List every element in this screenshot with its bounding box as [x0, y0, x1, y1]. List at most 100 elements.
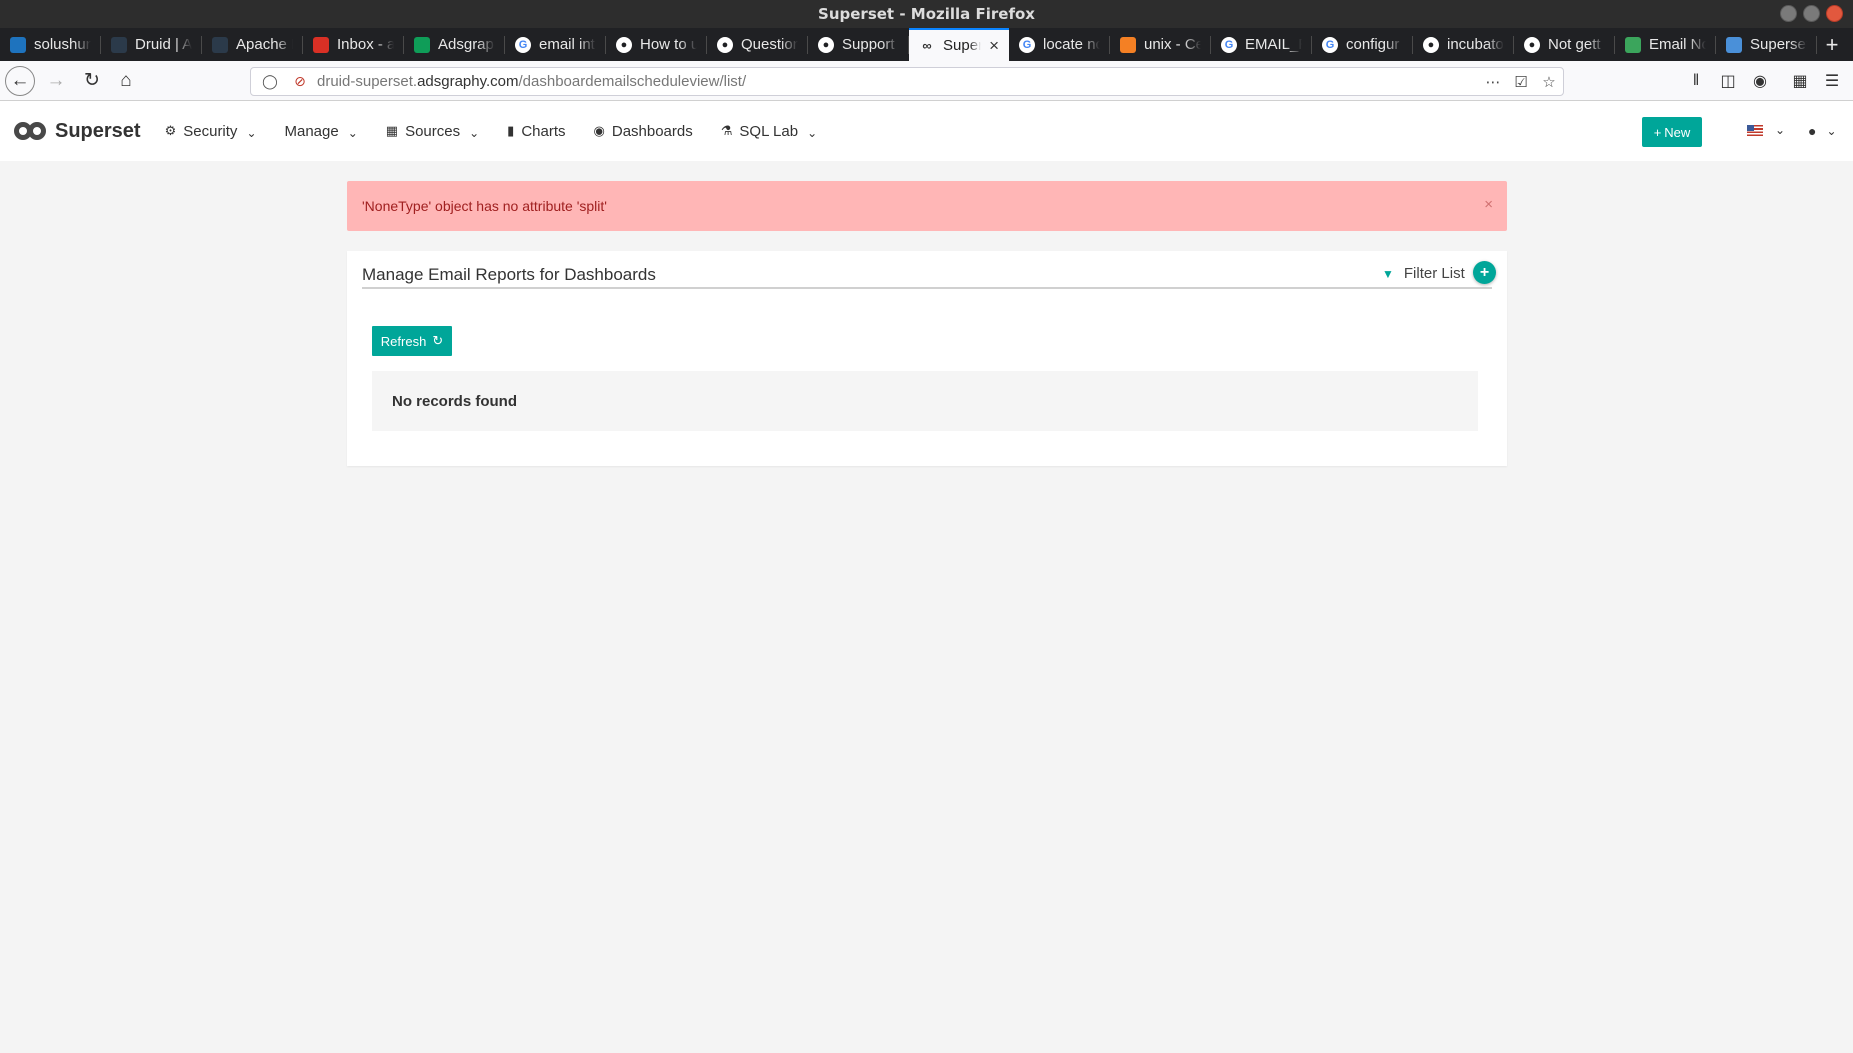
menu-item-sources[interactable]: ▦ Sources ⌄ [386, 123, 479, 141]
github-icon: ● [616, 36, 632, 53]
home-button[interactable]: ⌂ [111, 66, 141, 96]
github-icon: ● [1423, 36, 1439, 53]
browser-tab[interactable]: Email No [1615, 28, 1716, 61]
browser-tab-label: unix - Ce [1144, 36, 1201, 53]
user-icon: ● [1808, 123, 1817, 139]
language-menu[interactable]: ⌄ [1747, 123, 1785, 137]
superset-brand[interactable]: Superset [14, 120, 141, 143]
browser-tab[interactable]: Druid | A [101, 28, 202, 61]
new-button-label: New [1664, 124, 1691, 140]
alert-message: 'NoneType' object has no attribute 'spli… [362, 198, 607, 214]
chevron-down-icon: ⌄ [807, 126, 818, 140]
menu-item-label: Charts [521, 122, 566, 140]
pocket-icon[interactable]: ☑ [1507, 73, 1535, 91]
browser-tab[interactable]: Gconfigur [1312, 28, 1413, 61]
menu-icon[interactable]: ☰ [1817, 66, 1847, 96]
browser-tab[interactable]: ● incubato [1413, 28, 1514, 61]
minimize-window-button[interactable] [1780, 5, 1797, 22]
sidebar-icon[interactable]: ◫ [1713, 66, 1743, 96]
empty-state: No records found [372, 371, 1478, 431]
chevron-down-icon: ⌄ [347, 126, 358, 140]
us-flag-icon [1747, 124, 1763, 136]
reload-button[interactable]: ↻ [77, 66, 107, 96]
google-icon: G [1019, 36, 1035, 53]
browser-tab-label: Not gett [1548, 36, 1601, 53]
back-button[interactable]: ← [5, 65, 35, 96]
browser-tab[interactable]: ● Question [707, 28, 808, 61]
close-window-button[interactable] [1826, 5, 1843, 22]
menu-item-charts[interactable]: ▮ Charts [507, 123, 565, 140]
browser-tab-label: incubato [1447, 36, 1504, 53]
browser-tab-label: EMAIL_R [1245, 36, 1302, 53]
new-tab-button[interactable]: + [1817, 28, 1847, 61]
browser-tab-label: Email No [1649, 36, 1706, 53]
druid-icon [111, 36, 127, 53]
druid-icon [212, 36, 228, 53]
refresh-button[interactable]: Refresh ↻ [372, 326, 452, 356]
menu-item-sql-lab[interactable]: ⚗ SQL Lab ⌄ [721, 122, 818, 141]
github-icon: ● [1524, 36, 1540, 53]
browser-tab[interactable]: Adsgrapl [404, 28, 505, 61]
close-icon[interactable]: × [1484, 196, 1493, 213]
browser-tab[interactable]: solushun [0, 28, 101, 61]
browser-tab[interactable]: ● Support [808, 28, 909, 61]
add-record-button[interactable]: + [1473, 261, 1496, 284]
browser-tab[interactable]: unix - Ce [1110, 28, 1211, 61]
bar-chart-icon: ▮ [507, 123, 515, 138]
empty-state-text: No records found [392, 393, 518, 410]
library-icon[interactable]: ‖ [1681, 66, 1711, 96]
browser-tab-label: configur [1346, 36, 1400, 53]
filter-icon: ▼ [1382, 266, 1394, 281]
browser-tab-label: solushun [34, 36, 91, 53]
shield-icon[interactable]: ◯ [259, 73, 281, 90]
extensions-icon[interactable]: ▦ [1785, 66, 1815, 96]
sheets-icon [414, 36, 430, 53]
github-icon: ● [818, 36, 834, 53]
filter-list-button[interactable]: ▼ Filter List [1382, 265, 1465, 282]
main-menu: ⚙ Security ⌄ Manage ⌄ ▦ Sources ⌄ ▮ Charts ◉ Dashbo… [165, 122, 846, 141]
page-title: Manage Email Reports for Dashboards [362, 265, 656, 284]
browser-tab-label: Superset [1750, 36, 1807, 53]
browser-tab-label: Super [943, 37, 982, 54]
email-reports-panel: Manage Email Reports for Dashboards ▼ Fi… [347, 251, 1507, 466]
filter-list-label: Filter List [1403, 265, 1465, 282]
menu-item-dashboards[interactable]: ◉ Dashboards [594, 123, 693, 140]
panel-header: Manage Email Reports for Dashboards ▼ Fi… [362, 251, 1496, 289]
menu-item-manage[interactable]: Manage ⌄ [284, 122, 358, 141]
browser-tab[interactable]: Inbox - a [303, 28, 404, 61]
insecure-lock-icon[interactable]: ⊘ [289, 73, 311, 90]
account-icon[interactable]: ◉ [1745, 66, 1775, 96]
browser-toolbar-right: ‖ ◫ ◉ ▦ ☰ [1681, 66, 1847, 96]
trello-icon [10, 36, 26, 53]
browser-tab-label: Support [842, 36, 895, 53]
browser-tab[interactable]: ∞ Super × [909, 28, 1009, 61]
close-tab-icon[interactable]: × [989, 36, 999, 56]
gmail-icon [313, 36, 329, 53]
forward-button[interactable]: → [41, 66, 71, 96]
page-actions-icon[interactable]: ⋯ [1479, 73, 1507, 91]
browser-tab[interactable]: G EMAIL_R [1211, 28, 1312, 61]
maximize-window-button[interactable] [1803, 5, 1820, 22]
window-title: Superset - Mozilla Firefox [818, 5, 1035, 23]
user-menu[interactable]: ● ⌄ [1808, 123, 1837, 139]
browser-tab-label: Apache D [236, 36, 293, 53]
error-alert: 'NoneType' object has no attribute 'spli… [347, 181, 1507, 231]
browser-tab-strip: solushun Druid | A Apache D Inbox - a Adsgra… [0, 28, 1853, 61]
browser-tab[interactable]: Glocate nc [1009, 28, 1110, 61]
browser-tab[interactable]: Apache D [202, 28, 303, 61]
new-button[interactable]: + New [1642, 117, 1702, 147]
browser-tab[interactable]: Gemail int [505, 28, 606, 61]
menu-item-label: SQL Lab [739, 122, 799, 140]
browser-tab[interactable]: Superset [1716, 28, 1817, 61]
docs-icon [1726, 36, 1742, 53]
menu-item-security[interactable]: ⚙ Security ⌄ [165, 123, 257, 141]
url-text[interactable]: druid-superset.adsgraphy.com/dashboardem… [317, 73, 1479, 90]
bookmark-star-icon[interactable]: ☆ [1535, 73, 1563, 91]
browser-tab[interactable]: ● How to u [606, 28, 707, 61]
browser-tab-label: Adsgrapl [438, 36, 495, 53]
stackexchange-icon [1120, 36, 1136, 53]
browser-tab[interactable]: ● Not gett [1514, 28, 1615, 61]
menu-item-label: Manage [284, 122, 339, 140]
dashboard-icon: ◉ [593, 123, 605, 138]
url-bar[interactable]: ◯ ⊘ druid-superset.adsgraphy.com/dashboa… [250, 67, 1564, 96]
